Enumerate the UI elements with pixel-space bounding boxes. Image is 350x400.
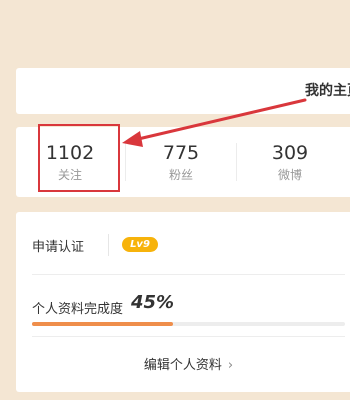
level-badge[interactable]: Lv9 [122,237,158,252]
highlight-annotation-box [38,124,120,192]
profile-card: 申请认证 Lv9 个人资料完成度 45% 编辑个人资料 › [16,212,350,392]
chevron-right-icon: › [227,358,234,373]
weibo-count: 309 [271,142,309,164]
stat-weibo[interactable]: 309 微博 [250,141,330,183]
fans-count: 775 [162,142,200,164]
weibo-label: 微博 [277,168,302,182]
divider [236,143,237,181]
home-title[interactable]: 我的主页 [305,80,350,100]
profile-header-card: 我的主页 [16,68,350,114]
completion-percent: 45% [131,292,175,313]
completion-label: 个人资料完成度 [32,302,124,317]
edit-profile-label: 编辑个人资料 [143,358,222,373]
divider [125,143,126,181]
divider [32,336,345,337]
fans-label: 粉丝 [168,168,193,182]
edit-profile-link[interactable]: 编辑个人资料 › [16,354,350,373]
divider [108,234,109,256]
apply-verification-link[interactable]: 申请认证 [32,236,84,255]
completion-progress-bar [32,322,345,326]
divider [32,274,345,275]
stat-fans[interactable]: 775 粉丝 [141,141,221,183]
completion-progress-fill [32,322,173,326]
